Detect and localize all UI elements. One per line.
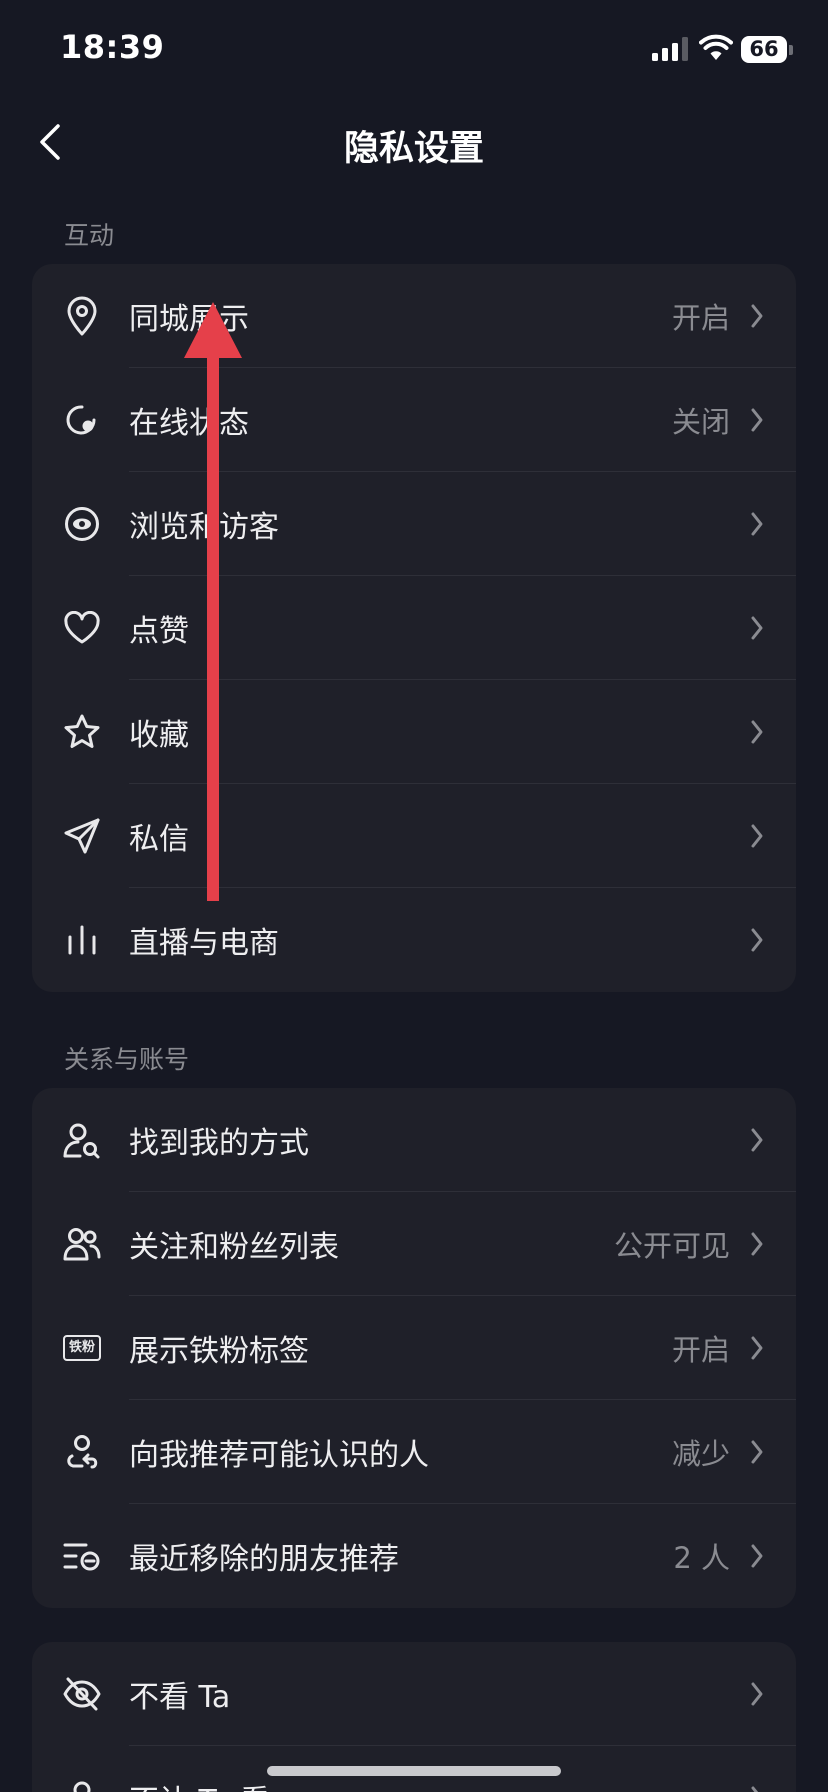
- chevron-right-icon: [751, 928, 763, 952]
- page-title: 隐私设置: [343, 129, 484, 169]
- relationship-settings-card: 找到我的方式 关注和粉丝列表 公开可见 铁粉 展示铁粉标签 开启 向我推荐可能认…: [32, 1088, 796, 1608]
- setting-row-find-me[interactable]: 找到我的方式: [32, 1088, 796, 1192]
- battery-level: 66: [741, 36, 787, 63]
- setting-label: 浏览和访客: [129, 510, 279, 545]
- chevron-right-icon: [751, 1682, 763, 1706]
- status-bar: 18:39 66: [0, 0, 828, 100]
- setting-row-tiefen-label[interactable]: 铁粉 展示铁粉标签 开启: [32, 1296, 796, 1400]
- setting-row-recommend-people[interactable]: 向我推荐可能认识的人 减少: [32, 1400, 796, 1504]
- setting-label: 不看 Ta: [129, 1680, 231, 1715]
- setting-value: 2 人: [673, 1541, 730, 1575]
- setting-row-likes[interactable]: 点赞: [32, 576, 796, 680]
- user-recommend-icon: [62, 1432, 102, 1472]
- chevron-right-icon: [751, 1786, 759, 1792]
- bars-icon: [62, 920, 102, 960]
- setting-row-messages[interactable]: 私信: [32, 784, 796, 888]
- setting-label: 在线状态: [129, 406, 249, 441]
- nav-bar: 隐私设置: [0, 100, 828, 184]
- setting-label: 同城展示: [129, 302, 249, 337]
- chevron-right-icon: [751, 1232, 763, 1256]
- setting-row-nearby[interactable]: 同城展示 开启: [32, 264, 796, 368]
- setting-label: 最近移除的朋友推荐: [129, 1542, 399, 1577]
- setting-value: 开启: [671, 301, 730, 335]
- chevron-right-icon: [751, 616, 763, 640]
- chevron-right-icon: [751, 304, 763, 328]
- setting-row-favorites[interactable]: 收藏: [32, 680, 796, 784]
- chevron-right-icon: [751, 512, 763, 536]
- setting-label: 点赞: [129, 614, 189, 649]
- setting-label: 直播与电商: [129, 926, 279, 961]
- chevron-right-icon: [751, 1128, 763, 1152]
- heart-icon: [62, 608, 102, 648]
- removed-list-icon: [62, 1536, 102, 1576]
- status-time: 18:39: [60, 28, 165, 66]
- setting-row-views-visitors[interactable]: 浏览和访客: [32, 472, 796, 576]
- chevron-right-icon: [751, 1336, 763, 1360]
- setting-row-removed-recommendations[interactable]: 最近移除的朋友推荐 2 人: [32, 1504, 796, 1608]
- privacy-settings-screen: 18:39 66 隐私设置 互动 同城展示 开启 在线状态 关闭 浏览和访客 点…: [0, 0, 828, 1792]
- setting-label: 私信: [129, 822, 189, 857]
- eye-icon: [62, 504, 102, 544]
- setting-label: 收藏: [129, 718, 189, 753]
- chevron-right-icon: [751, 720, 763, 744]
- location-pin-icon: [62, 296, 102, 336]
- setting-row-live-ecommerce[interactable]: 直播与电商: [32, 888, 796, 992]
- send-icon: [62, 816, 102, 856]
- cellular-signal-icon: [652, 37, 688, 61]
- battery-indicator: 66: [741, 36, 793, 63]
- chevron-right-icon: [751, 1544, 763, 1568]
- setting-value: 关闭: [671, 405, 730, 439]
- wifi-icon: [699, 34, 733, 60]
- setting-label: 展示铁粉标签: [129, 1334, 309, 1369]
- battery-tip: [789, 45, 793, 55]
- setting-label: 不让 Ta 看: [129, 1776, 270, 1792]
- eye-off-icon: [62, 1674, 102, 1714]
- setting-value: 减少: [671, 1437, 730, 1471]
- home-indicator[interactable]: [267, 1766, 561, 1776]
- setting-row-dont-see-them[interactable]: 不看 Ta: [32, 1642, 796, 1746]
- setting-row-online-status[interactable]: 在线状态 关闭: [32, 368, 796, 472]
- chevron-right-icon: [751, 824, 763, 848]
- user-icon: [62, 1778, 102, 1792]
- setting-label: 关注和粉丝列表: [129, 1230, 339, 1265]
- section-label-interaction: 互动: [64, 221, 115, 250]
- users-icon: [62, 1224, 102, 1264]
- chevron-right-icon: [751, 408, 763, 432]
- tiefen-badge-text: 铁粉: [63, 1335, 101, 1361]
- setting-row-follow-fans-list[interactable]: 关注和粉丝列表 公开可见: [32, 1192, 796, 1296]
- setting-value: 开启: [671, 1333, 730, 1367]
- user-search-icon: [62, 1120, 102, 1160]
- setting-value: 公开可见: [613, 1229, 730, 1263]
- tiefen-badge-icon: 铁粉: [62, 1328, 102, 1368]
- setting-label: 找到我的方式: [129, 1126, 309, 1161]
- online-status-icon: [62, 400, 102, 440]
- setting-label: 向我推荐可能认识的人: [129, 1438, 429, 1473]
- chevron-right-icon: [751, 1440, 763, 1464]
- interaction-settings-card: 同城展示 开启 在线状态 关闭 浏览和访客 点赞 收藏 私信 直播与电商: [32, 264, 796, 992]
- star-icon: [62, 712, 102, 752]
- section-label-relationships: 关系与账号: [64, 1045, 190, 1074]
